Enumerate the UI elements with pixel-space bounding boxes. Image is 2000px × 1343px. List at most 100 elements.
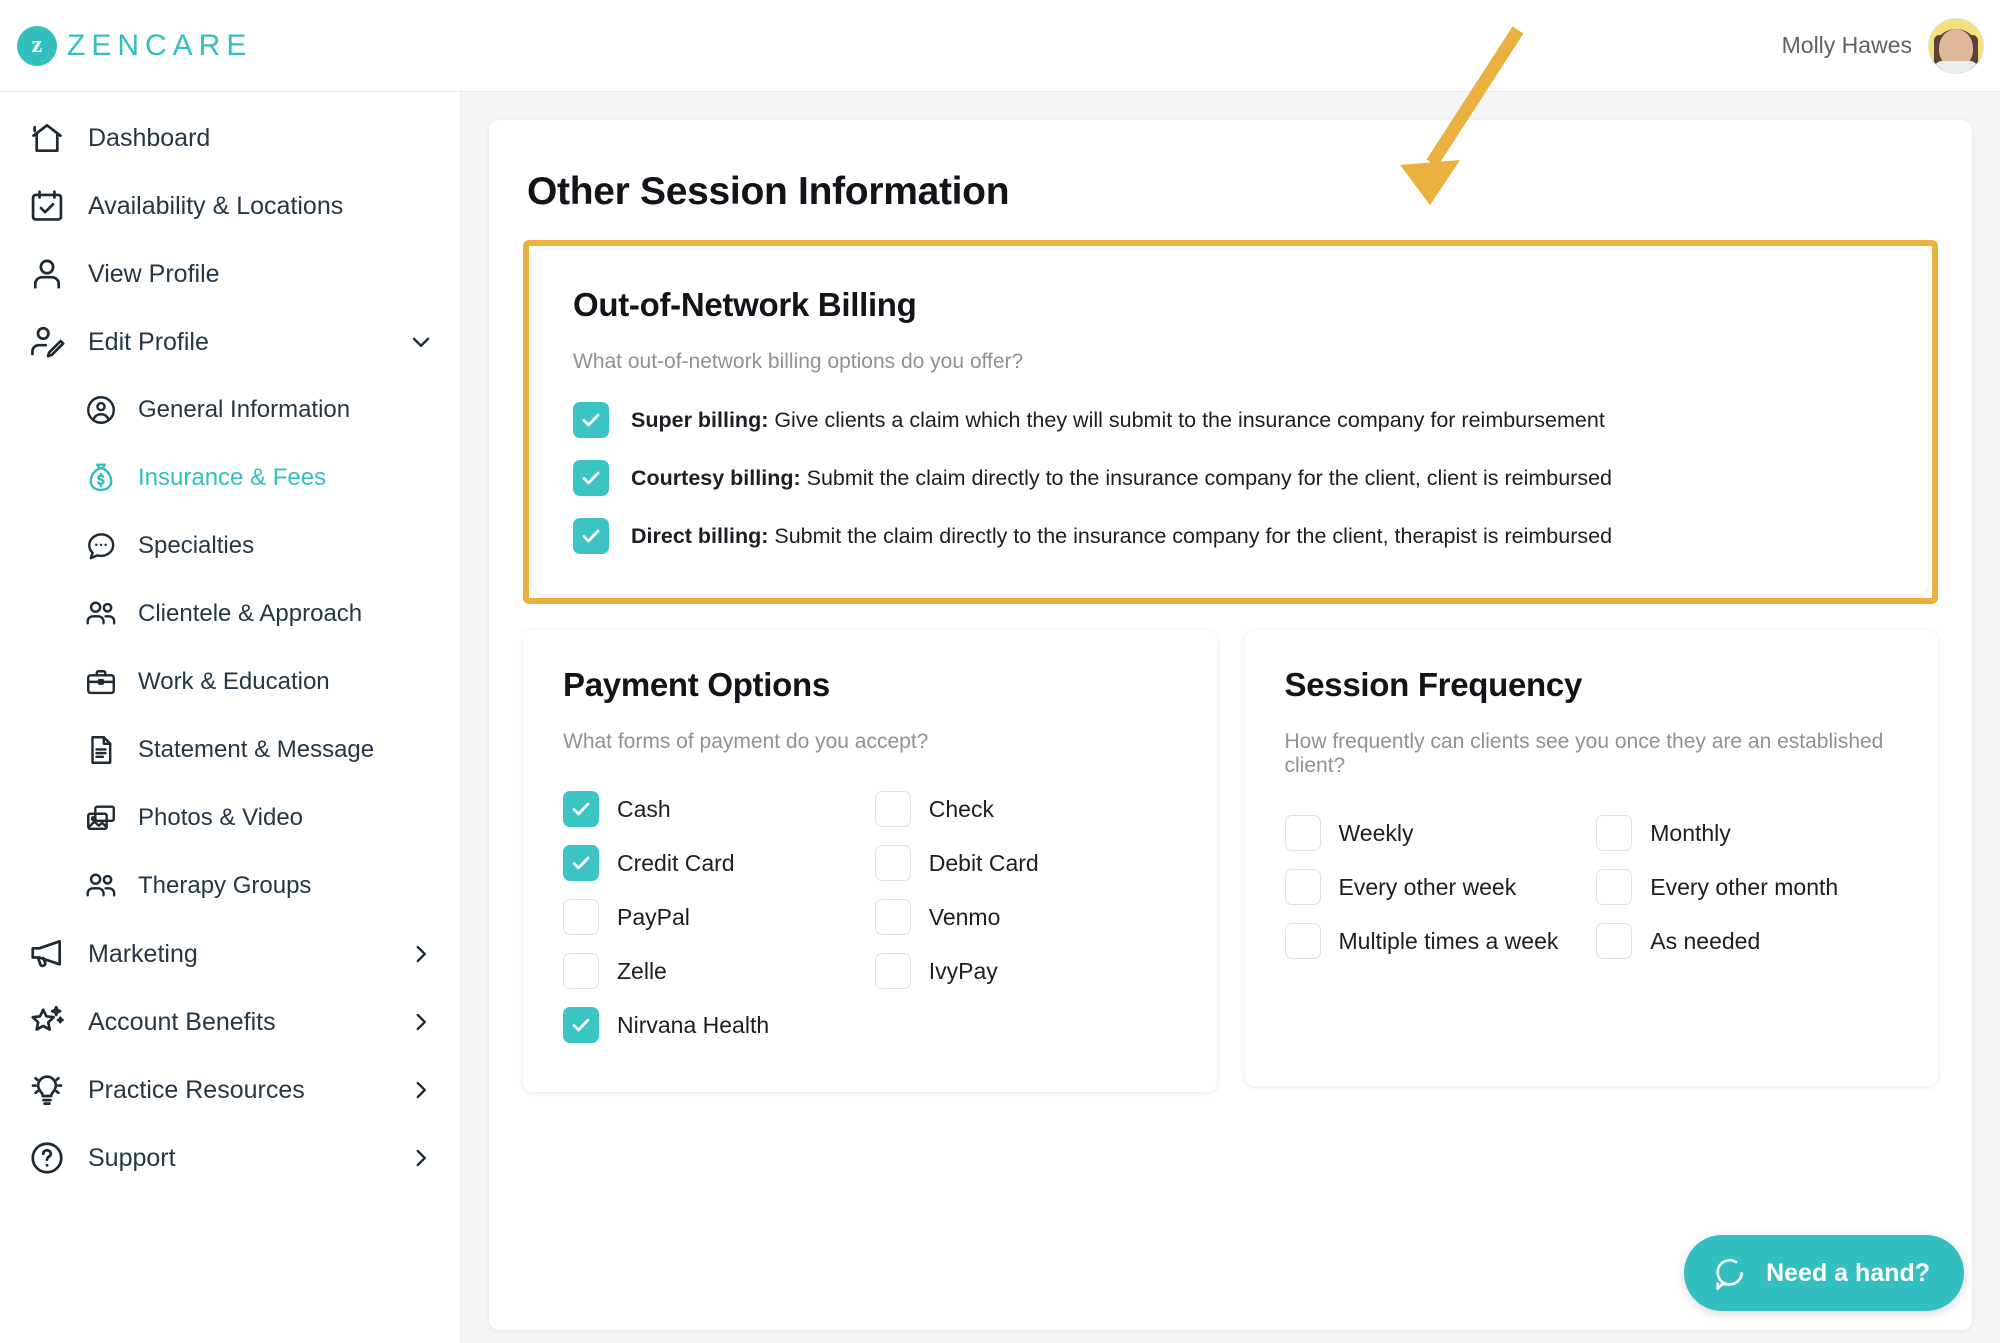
user-menu[interactable]: Molly Hawes bbox=[1782, 17, 1984, 74]
payment-option-item[interactable]: Nirvana Health bbox=[563, 998, 865, 1052]
sidebar-item-insurance-fees[interactable]: Insurance & Fees bbox=[0, 444, 460, 512]
frequency-option-checkbox[interactable] bbox=[1284, 869, 1321, 905]
frequency-option-item[interactable]: Monthly bbox=[1596, 806, 1898, 860]
frequency-option-checkbox[interactable] bbox=[1596, 815, 1633, 851]
out-of-network-title: Out-of-Network Billing bbox=[573, 286, 917, 323]
sidebar-item-label: Work & Education bbox=[138, 668, 330, 695]
payment-option-checkbox[interactable] bbox=[874, 953, 911, 989]
briefcase-icon bbox=[84, 665, 118, 699]
need-a-hand-button[interactable]: Need a hand? bbox=[1684, 1235, 1964, 1311]
payment-option-label: Zelle bbox=[617, 957, 667, 984]
sidebar-item-therapy-groups[interactable]: Therapy Groups bbox=[0, 852, 460, 920]
payment-option-item[interactable]: Cash bbox=[563, 782, 865, 836]
payment-option-label: Debit Card bbox=[928, 849, 1039, 876]
chevron-right-icon[interactable] bbox=[408, 1077, 434, 1103]
frequency-option-checkbox[interactable] bbox=[1596, 923, 1633, 959]
sidebar-item-label: Marketing bbox=[88, 939, 198, 968]
payment-option-item[interactable]: Venmo bbox=[874, 890, 1177, 944]
payment-option-checkbox[interactable] bbox=[563, 899, 599, 935]
sidebar-item-label: Photos & Video bbox=[138, 804, 304, 831]
frequency-option-label: Every other week bbox=[1338, 873, 1517, 900]
payment-option-item[interactable]: PayPal bbox=[563, 890, 865, 944]
need-a-hand-label: Need a hand? bbox=[1766, 1258, 1930, 1287]
payment-option-item[interactable]: Debit Card bbox=[874, 836, 1177, 890]
payment-option-checkbox[interactable] bbox=[874, 791, 911, 827]
brand-logo[interactable]: z ZENCARE bbox=[17, 25, 253, 66]
billing-option-row[interactable]: Super billing: Give clients a claim whic… bbox=[573, 402, 1888, 438]
money-bag-icon bbox=[84, 461, 118, 495]
sidebar-item-support[interactable]: Support bbox=[0, 1124, 460, 1192]
payment-options-grid: Cash Check Credit Card Debit Card PayPal Venm… bbox=[563, 782, 1177, 1052]
sidebar-item-work-education[interactable]: Work & Education bbox=[0, 648, 460, 716]
user-circle-icon bbox=[84, 393, 118, 427]
sidebar-item-clientele-approach[interactable]: Clientele & Approach bbox=[0, 580, 460, 648]
sidebar-item-statement-message[interactable]: Statement & Message bbox=[0, 716, 460, 784]
billing-option-label: Super billing: Give clients a claim whic… bbox=[631, 408, 1605, 433]
sidebar-item-view-profile[interactable]: View Profile bbox=[0, 240, 460, 308]
payment-options-title: Payment Options bbox=[563, 666, 830, 703]
billing-option-row[interactable]: Direct billing: Submit the claim directl… bbox=[573, 518, 1888, 554]
sidebar-item-practice-resources[interactable]: Practice Resources bbox=[0, 1056, 460, 1124]
billing-option-description: Submit the claim directly to the insuran… bbox=[800, 465, 1613, 490]
frequency-option-checkbox[interactable] bbox=[1596, 869, 1633, 905]
chevron-right-icon[interactable] bbox=[408, 1145, 434, 1171]
payment-option-item[interactable]: Credit Card bbox=[563, 836, 865, 890]
payment-option-label: IvyPay bbox=[928, 957, 998, 984]
frequency-option-item[interactable]: Every other week bbox=[1284, 860, 1587, 914]
sidebar-item-availability-locations[interactable]: Availability & Locations bbox=[0, 172, 460, 240]
sidebar-item-photos-video[interactable]: Photos & Video bbox=[0, 784, 460, 852]
calendar-check-icon bbox=[28, 187, 66, 225]
sidebar-item-marketing[interactable]: Marketing bbox=[0, 920, 460, 988]
billing-option-title: Direct billing: bbox=[631, 523, 769, 548]
payment-option-checkbox[interactable] bbox=[563, 1007, 599, 1043]
sidebar-item-general-information[interactable]: General Information bbox=[0, 376, 460, 444]
payment-option-item[interactable]: Zelle bbox=[563, 944, 865, 998]
chevron-right-icon[interactable] bbox=[408, 1009, 434, 1035]
frequency-option-label: Multiple times a week bbox=[1338, 927, 1559, 954]
billing-option-checkbox[interactable] bbox=[573, 402, 609, 438]
sidebar-item-label: Insurance & Fees bbox=[138, 464, 327, 491]
billing-option-checkbox[interactable] bbox=[573, 460, 609, 496]
payment-option-label: Venmo bbox=[928, 903, 1001, 930]
payment-option-checkbox[interactable] bbox=[563, 791, 599, 827]
frequency-option-item[interactable]: As needed bbox=[1596, 914, 1898, 968]
payment-option-spacer bbox=[875, 998, 1177, 1052]
payment-options-card: Payment Options What forms of payment do… bbox=[523, 630, 1217, 1092]
sidebar-item-dashboard[interactable]: Dashboard bbox=[0, 104, 460, 172]
payment-option-checkbox[interactable] bbox=[874, 845, 911, 881]
frequency-option-item[interactable]: Every other month bbox=[1596, 860, 1898, 914]
session-frequency-card: Session Frequency How frequently can cli… bbox=[1244, 630, 1938, 1086]
payment-option-checkbox[interactable] bbox=[874, 899, 911, 935]
payment-option-item[interactable]: IvyPay bbox=[874, 944, 1177, 998]
billing-option-label: Courtesy billing: Submit the claim direc… bbox=[631, 466, 1612, 491]
frequency-option-checkbox[interactable] bbox=[1284, 815, 1321, 851]
lower-cards-row: Payment Options What forms of payment do… bbox=[523, 630, 1938, 1092]
sidebar-item-label: Clientele & Approach bbox=[138, 600, 363, 627]
top-bar: z ZENCARE Molly Hawes bbox=[0, 0, 2000, 92]
payment-option-checkbox[interactable] bbox=[563, 845, 599, 881]
document-icon bbox=[84, 733, 118, 767]
avatar[interactable] bbox=[1928, 17, 1984, 74]
chevron-down-icon[interactable] bbox=[408, 329, 434, 355]
sidebar-item-edit-profile[interactable]: Edit Profile bbox=[0, 308, 460, 376]
chevron-right-icon[interactable] bbox=[408, 941, 434, 967]
billing-option-checkbox[interactable] bbox=[573, 518, 609, 554]
frequency-option-item[interactable]: Multiple times a week bbox=[1284, 914, 1587, 968]
photo-video-icon bbox=[84, 801, 118, 835]
page-card: Other Session Information Out-of-Network… bbox=[489, 120, 1972, 1330]
frequency-option-item[interactable]: Weekly bbox=[1284, 806, 1587, 860]
payment-option-label: Credit Card bbox=[617, 849, 735, 876]
payment-option-item[interactable]: Check bbox=[874, 782, 1177, 836]
payment-option-checkbox[interactable] bbox=[563, 953, 599, 989]
zencare-logo-text: ZENCARE bbox=[67, 28, 253, 62]
sidebar-item-account-benefits[interactable]: Account Benefits bbox=[0, 988, 460, 1056]
sidebar-item-label: Availability & Locations bbox=[88, 191, 344, 220]
star-sparkle-icon bbox=[28, 1003, 66, 1041]
chat-bubble-icon bbox=[84, 529, 118, 563]
sidebar-item-specialties[interactable]: Specialties bbox=[0, 512, 460, 580]
billing-option-label: Direct billing: Submit the claim directl… bbox=[631, 524, 1612, 549]
sidebar-nav: Dashboard Availability & Locations View Pr… bbox=[0, 92, 461, 1343]
billing-option-row[interactable]: Courtesy billing: Submit the claim direc… bbox=[573, 460, 1888, 496]
billing-option-description: Give clients a claim which they will sub… bbox=[768, 407, 1605, 432]
frequency-option-checkbox[interactable] bbox=[1284, 923, 1321, 959]
